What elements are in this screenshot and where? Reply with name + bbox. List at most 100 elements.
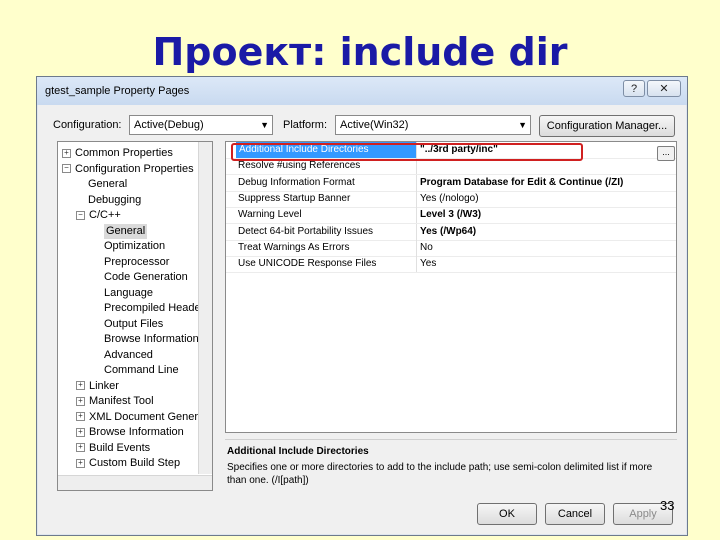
- expand-icon[interactable]: +: [76, 412, 85, 422]
- tree-item[interactable]: Browse Information: [104, 332, 199, 347]
- property-row[interactable]: Debug Information Format Program Database…: [226, 174, 676, 192]
- configuration-label: Configuration:: [53, 119, 122, 131]
- tree-item[interactable]: Preprocessor: [104, 255, 169, 270]
- tree-horizontal-scrollbar[interactable]: [58, 475, 212, 490]
- tree-item[interactable]: Output Files: [104, 317, 163, 332]
- tree-item-label: Custom Build Step: [89, 457, 181, 469]
- expand-icon[interactable]: +: [76, 458, 85, 468]
- column-divider: [416, 190, 417, 207]
- ok-button[interactable]: OK: [477, 503, 537, 525]
- chevron-down-icon: ▼: [260, 120, 269, 130]
- property-value[interactable]: Yes (/Wp64): [420, 224, 476, 240]
- expand-icon[interactable]: +: [76, 427, 85, 437]
- property-row[interactable]: Warning Level Level 3 (/W3): [226, 207, 676, 225]
- title-bar: gtest_sample Property Pages ? ✕: [37, 77, 687, 105]
- property-pages-dialog: gtest_sample Property Pages ? ✕ Configur…: [36, 76, 688, 536]
- property-value[interactable]: Program Database for Edit & Continue (/Z…: [420, 175, 623, 191]
- tree-item[interactable]: Advanced: [104, 348, 153, 363]
- expand-icon[interactable]: +: [76, 443, 85, 453]
- tree-item-label: General: [106, 224, 146, 237]
- chevron-down-icon: ▼: [518, 120, 527, 130]
- tree-item-label: Preprocessor: [104, 255, 170, 268]
- close-button[interactable]: ✕: [647, 80, 681, 97]
- property-row[interactable]: Use UNICODE Response Files Yes: [226, 256, 676, 274]
- tree-item-label: C/C++: [89, 209, 121, 221]
- property-grid[interactable]: Additional Include Directories "../3rd pa…: [225, 141, 677, 433]
- window-title: gtest_sample Property Pages: [45, 85, 190, 97]
- tree-item[interactable]: + Manifest Tool: [76, 394, 154, 409]
- red-highlight-box: [231, 143, 583, 161]
- platform-value: Active(Win32): [340, 119, 409, 131]
- property-row[interactable]: Suppress Startup Banner Yes (/nologo): [226, 190, 676, 208]
- property-name: Debug Information Format: [238, 176, 355, 188]
- tree-item-label: Optimization: [104, 240, 166, 252]
- tree-item[interactable]: + Build Events: [76, 441, 150, 456]
- tree-vertical-scrollbar[interactable]: [198, 142, 212, 474]
- column-divider: [416, 174, 417, 191]
- tree-item[interactable]: General: [104, 223, 148, 239]
- expand-icon[interactable]: +: [76, 396, 85, 406]
- tree-item-label: XML Document Genera: [89, 410, 205, 423]
- tree-item[interactable]: Language: [104, 286, 153, 301]
- tree-item[interactable]: − C/C++: [76, 208, 121, 223]
- tree-item[interactable]: + Common Properties: [62, 146, 173, 161]
- help-button[interactable]: ?: [623, 80, 645, 97]
- property-name: Suppress Startup Banner: [238, 192, 351, 204]
- property-name: Warning Level: [238, 209, 302, 221]
- tree-item[interactable]: Precompiled Heade: [104, 301, 201, 316]
- collapse-icon[interactable]: −: [62, 164, 71, 174]
- description-text: Specifies one or more directories to add…: [227, 462, 653, 486]
- configuration-dropdown[interactable]: Active(Debug) ▼: [129, 115, 273, 135]
- tree-item[interactable]: Command Line: [104, 363, 179, 378]
- property-value[interactable]: Yes: [420, 256, 436, 272]
- slide-title: Проект: include dir: [152, 30, 568, 74]
- tree-item-label: Debugging: [88, 193, 142, 206]
- tree-item[interactable]: Debugging: [88, 193, 141, 208]
- property-row[interactable]: Detect 64-bit Portability Issues Yes (/Wp…: [226, 223, 676, 241]
- tree-item-label: Output Files: [104, 317, 164, 330]
- tree-item[interactable]: + XML Document Genera: [76, 410, 204, 425]
- platform-dropdown[interactable]: Active(Win32) ▼: [335, 115, 531, 135]
- configuration-value: Active(Debug): [134, 119, 204, 131]
- tree-item[interactable]: + Linker: [76, 379, 119, 394]
- tree-item[interactable]: Optimization: [104, 239, 165, 254]
- tree-item-label: Precompiled Heade: [104, 302, 201, 314]
- tree-item-label: Common Properties: [75, 147, 173, 159]
- tree-item-label: Browse Information: [104, 333, 199, 345]
- tree-item[interactable]: + Browse Information: [76, 425, 184, 440]
- property-value[interactable]: No: [420, 240, 433, 256]
- description-title: Additional Include Directories: [227, 446, 369, 457]
- tree-item[interactable]: + Custom Build Step: [76, 456, 180, 471]
- column-divider: [416, 207, 417, 224]
- property-name: Treat Warnings As Errors: [238, 241, 350, 253]
- property-name: Detect 64-bit Portability Issues: [238, 225, 374, 237]
- tree-item-label: General: [88, 178, 128, 190]
- tree-item-label: Configuration Properties: [75, 162, 194, 175]
- tree-item-label: Browse Information: [89, 426, 184, 438]
- cancel-button[interactable]: Cancel: [545, 503, 605, 525]
- tree-item[interactable]: General: [88, 177, 127, 192]
- configuration-manager-button[interactable]: Configuration Manager...: [539, 115, 675, 137]
- column-divider: [416, 223, 417, 240]
- tree-item-label: Build Events: [89, 441, 151, 454]
- property-row[interactable]: Treat Warnings As Errors No: [226, 239, 676, 257]
- tree-item-label: Command Line: [104, 364, 179, 376]
- browse-ellipsis-button[interactable]: ...: [657, 146, 675, 161]
- tree-item[interactable]: − Configuration Properties: [62, 162, 194, 177]
- collapse-icon[interactable]: −: [76, 210, 85, 220]
- tree-item-label: Advanced: [104, 348, 153, 361]
- platform-label: Platform:: [283, 119, 328, 131]
- tree-item-label: Manifest Tool: [89, 395, 154, 407]
- expand-icon[interactable]: +: [62, 148, 71, 158]
- property-tree[interactable]: + Common Properties − Configuration Propert…: [57, 141, 213, 491]
- column-divider: [416, 256, 417, 273]
- property-value[interactable]: Level 3 (/W3): [420, 207, 481, 223]
- column-divider: [416, 239, 417, 256]
- expand-icon[interactable]: +: [76, 381, 85, 391]
- tree-item[interactable]: Code Generation: [104, 270, 188, 285]
- property-name: Use UNICODE Response Files: [238, 258, 377, 270]
- tree-item-label: Code Generation: [104, 271, 188, 283]
- property-value[interactable]: Yes (/nologo): [420, 191, 479, 207]
- description-panel: Additional Include Directories Specifies…: [225, 439, 677, 492]
- tree-item-label: Linker: [89, 379, 119, 392]
